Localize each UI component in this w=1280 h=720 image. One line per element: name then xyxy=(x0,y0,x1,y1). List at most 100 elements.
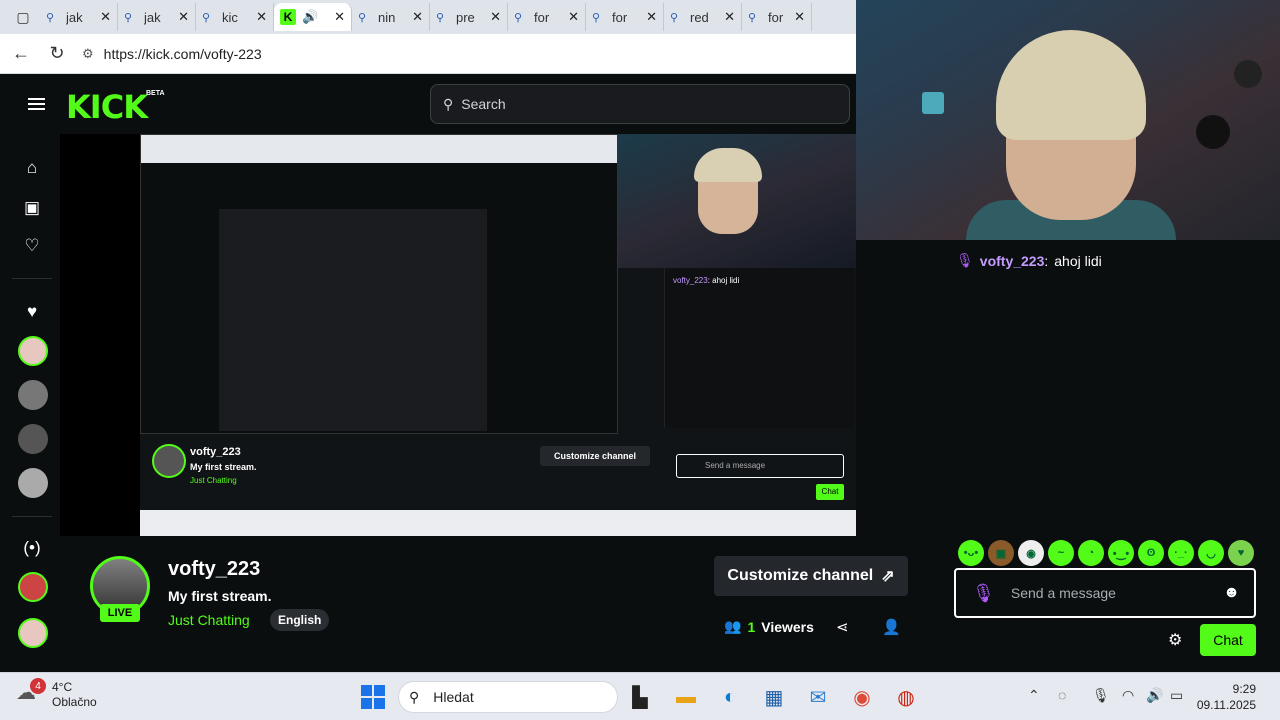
emoji-icon[interactable]: ☻ xyxy=(1223,584,1240,602)
home-icon[interactable]: ⌂ xyxy=(20,156,44,180)
volume-icon[interactable]: 🔊 xyxy=(1146,687,1163,704)
screen: ▢ ⚲ jak ✕ ⚲ jak ✕ ⚲ kic ✕ K 🔊 ✕ ⚲ nin ✕ ⚲ pre ✕ ⚲ for… xyxy=(0,0,1280,720)
nested-chat: vofty_223: ahoj lidi xyxy=(664,268,854,428)
channel-name[interactable]: vofty_223 xyxy=(168,558,260,581)
browser-tab[interactable]: ⚲ for ✕ xyxy=(586,3,664,31)
nested-avatar xyxy=(152,444,186,478)
browser-tab[interactable]: ⚲ red ✕ xyxy=(664,3,742,31)
kick-logo[interactable]: KICK xyxy=(66,88,148,126)
battery-icon[interactable]: ▭ xyxy=(1170,687,1183,704)
chat-message: 🎙 vofty_223 : ahoj lidi xyxy=(956,252,1102,269)
browser-tab[interactable]: ⚲ nin ✕ xyxy=(352,3,430,31)
emote-icon[interactable]: ♥ xyxy=(1228,540,1254,566)
close-icon[interactable]: ✕ xyxy=(568,9,579,25)
kick-favicon-icon: K xyxy=(280,9,296,25)
wifi-icon[interactable]: ◠ xyxy=(1122,687,1134,704)
emote-icon[interactable]: ◡ xyxy=(1198,540,1224,566)
avatar[interactable] xyxy=(18,336,48,366)
chat-input[interactable]: 🎙 Send a message ☻ xyxy=(954,568,1256,618)
task-view-icon[interactable]: ▙ xyxy=(626,683,654,711)
network-icon[interactable]: ◌ xyxy=(1058,687,1066,703)
app-icon[interactable]: ◍ xyxy=(892,683,920,711)
chevron-up-icon[interactable]: ⌃ xyxy=(1028,687,1040,704)
chrome-icon[interactable]: ◉ xyxy=(848,683,876,711)
live-broadcast-icon[interactable]: (•) xyxy=(20,536,44,560)
close-icon[interactable]: ✕ xyxy=(334,9,345,25)
close-icon[interactable]: ✕ xyxy=(178,9,189,25)
microphone-badge-icon: 🎙 xyxy=(956,252,974,268)
mail-icon[interactable]: ✉ xyxy=(804,683,832,711)
close-icon[interactable]: ✕ xyxy=(412,9,423,25)
followed-heart-icon[interactable]: ♥ xyxy=(20,300,44,324)
customize-channel-button[interactable]: Customize channel ⇗ xyxy=(714,556,908,596)
nested-category: Just Chatting xyxy=(190,476,237,485)
file-explorer-icon[interactable]: ▬ xyxy=(672,683,700,711)
follow-user-icon[interactable]: 👤 xyxy=(882,618,901,636)
speaker-icon[interactable]: 🔊 xyxy=(302,9,328,25)
browser-tab-bar: ▢ ⚲ jak ✕ ⚲ jak ✕ ⚲ kic ✕ K 🔊 ✕ ⚲ nin ✕ ⚲ pre ✕ ⚲ for… xyxy=(0,0,856,34)
avatar[interactable] xyxy=(18,618,48,648)
background-screen xyxy=(922,92,944,114)
browser-tab[interactable]: ⚲ pre ✕ xyxy=(430,3,508,31)
close-icon[interactable]: ✕ xyxy=(100,9,111,25)
browser-tab[interactable]: ⚲ jak ✕ xyxy=(118,3,196,31)
browser-tab[interactable]: ⚲ for ✕ xyxy=(742,3,812,31)
avatar[interactable] xyxy=(18,468,48,498)
emote-icon[interactable]: ʘ xyxy=(1138,540,1164,566)
taskbar-search-label: Hledat xyxy=(433,689,474,705)
category-link[interactable]: Just Chatting xyxy=(168,612,250,628)
emote-icon[interactable]: ◉ xyxy=(1018,540,1044,566)
site-info-icon[interactable]: ⚙ xyxy=(82,46,94,62)
emote-icon[interactable]: ~ xyxy=(1048,540,1074,566)
microphone-icon[interactable]: 🎙 xyxy=(972,583,995,604)
back-arrow-icon[interactable]: ← xyxy=(10,43,32,64)
reload-icon[interactable]: ↻ xyxy=(46,43,68,64)
chat-username[interactable]: vofty_223 xyxy=(980,253,1045,269)
background-object xyxy=(1196,115,1230,149)
menu-icon[interactable] xyxy=(28,98,45,110)
clock[interactable]: 9:29 09.11.2025 xyxy=(1196,681,1256,713)
avatar[interactable] xyxy=(18,380,48,410)
avatar[interactable] xyxy=(18,572,48,602)
search-input[interactable]: ⚲ Search xyxy=(430,84,850,124)
microphone-icon[interactable]: 🎙 xyxy=(1092,687,1110,704)
taskbar-search[interactable]: ⚲ Hledat xyxy=(398,681,618,713)
close-icon[interactable]: ✕ xyxy=(490,9,501,25)
following-heart-icon[interactable]: ♡ xyxy=(20,234,44,258)
edge-icon[interactable]: ◐ xyxy=(716,683,744,711)
url-text[interactable]: https://kick.com/vofty-223 xyxy=(104,46,262,62)
language-tag[interactable]: English xyxy=(270,609,330,631)
emote-icon[interactable]: •ᴗ• xyxy=(958,540,984,566)
close-icon[interactable]: ✕ xyxy=(646,9,657,25)
url-field[interactable]: ⚙ https://kick.com/vofty-223 xyxy=(82,39,844,69)
video-player[interactable]: vofty_223: ahoj lidi vofty_223 My first … xyxy=(60,134,856,536)
customize-channel-label: Customize channel xyxy=(727,567,874,584)
emote-icon[interactable]: ◔ xyxy=(1078,540,1104,566)
close-icon[interactable]: ✕ xyxy=(256,9,267,25)
browser-tab[interactable]: ⚲ kic ✕ xyxy=(196,3,274,31)
start-icon[interactable] xyxy=(361,685,385,709)
gear-icon[interactable]: ⚙ xyxy=(1168,630,1182,650)
browser-tab[interactable]: ⚲ for ✕ xyxy=(508,3,586,31)
emote-icon[interactable]: •‿• xyxy=(1108,540,1134,566)
emote-icon[interactable]: ·_· xyxy=(1168,540,1194,566)
live-badge: LIVE xyxy=(100,604,140,622)
tab-actions-icon[interactable]: ▢ xyxy=(6,0,40,34)
close-icon[interactable]: ✕ xyxy=(724,9,735,25)
share-icon[interactable]: ⋖ xyxy=(836,618,849,636)
close-icon[interactable]: ✕ xyxy=(794,9,805,25)
browser-tab[interactable]: ⚲ jak ✕ xyxy=(40,3,118,31)
avatar[interactable] xyxy=(18,424,48,454)
nested-chat-button: Chat xyxy=(816,484,844,500)
browser-tab-active[interactable]: K 🔊 ✕ xyxy=(274,3,352,31)
chat-send-button[interactable]: Chat xyxy=(1200,624,1256,656)
chat-placeholder: Send a message xyxy=(1010,585,1116,601)
emote-icon[interactable]: ▣ xyxy=(988,540,1014,566)
store-icon[interactable]: ▦ xyxy=(760,683,788,711)
nested-content xyxy=(219,209,487,431)
stream-frame: vofty_223: ahoj lidi vofty_223 My first … xyxy=(140,134,856,536)
browse-icon[interactable]: ▣ xyxy=(20,196,44,220)
weather-widget[interactable]: ☁ 4 4°C Oblačno xyxy=(16,678,97,709)
viewers-icon: 👥 xyxy=(724,618,742,634)
emote-bar: •ᴗ• ▣ ◉ ~ ◔ •‿• ʘ ·_· ◡ ♥ xyxy=(958,540,1254,566)
